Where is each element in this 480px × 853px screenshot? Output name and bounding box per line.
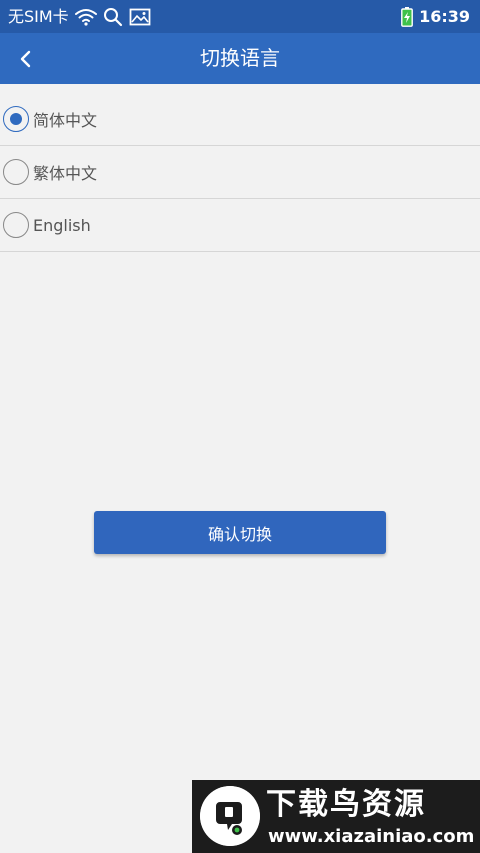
chevron-left-icon (20, 50, 31, 67)
status-bar-right: 16:39 (401, 0, 470, 33)
language-option-english[interactable]: English (0, 199, 480, 252)
clock: 16:39 (419, 7, 470, 26)
language-list: 简体中文 繁体中文 English (0, 93, 480, 252)
watermark: 下载鸟资源 www.xiazainiao.com (192, 780, 480, 853)
radio-button[interactable] (3, 159, 29, 185)
back-button[interactable] (6, 37, 46, 80)
wifi-icon (74, 0, 97, 33)
app-bar: 切换语言 (0, 33, 480, 84)
language-option-simplified-chinese[interactable]: 简体中文 (0, 93, 480, 146)
battery-charging-icon (401, 0, 413, 33)
confirm-switch-button[interactable]: 确认切换 (94, 511, 386, 554)
language-label: English (33, 215, 91, 235)
image-icon (129, 0, 151, 33)
radio-button[interactable] (3, 106, 29, 132)
radio-button[interactable] (3, 212, 29, 238)
status-bar: 无SIM卡 16:39 (0, 0, 480, 33)
watermark-logo-icon (200, 786, 260, 846)
page-title: 切换语言 (200, 46, 280, 70)
language-label: 繁体中文 (33, 164, 98, 183)
status-bar-left: 无SIM卡 (8, 0, 151, 33)
watermark-url: www.xiazainiao.com (268, 826, 475, 847)
language-label: 简体中文 (33, 111, 98, 130)
radio-selected-dot (10, 113, 22, 125)
language-option-traditional-chinese[interactable]: 繁体中文 (0, 146, 480, 199)
search-icon (103, 0, 123, 33)
carrier-label: 无SIM卡 (8, 7, 69, 26)
watermark-title: 下载鸟资源 (266, 787, 426, 822)
